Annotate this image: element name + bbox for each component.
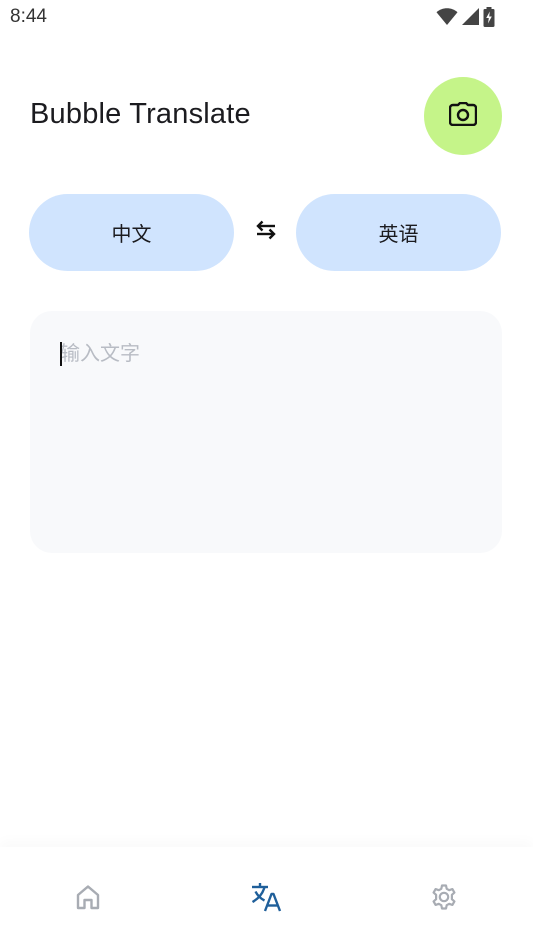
nav-home-tab[interactable] (66, 877, 110, 921)
app-title: Bubble Translate (30, 98, 251, 130)
status-icons (436, 6, 495, 28)
wifi-icon (436, 8, 458, 26)
source-language-button[interactable]: 中文 (29, 194, 234, 271)
text-cursor (60, 342, 62, 366)
battery-charging-icon (483, 7, 495, 27)
swap-arrows-icon (255, 220, 277, 245)
camera-button[interactable] (424, 77, 502, 155)
status-bar: 8:44 (0, 0, 533, 34)
translate-icon (250, 882, 282, 917)
text-input-field[interactable] (60, 339, 470, 529)
cell-signal-icon (461, 8, 480, 26)
bottom-navigation (0, 847, 533, 949)
camera-icon (448, 101, 478, 131)
settings-gear-icon (430, 883, 458, 916)
text-input-card (30, 311, 502, 553)
target-language-button[interactable]: 英语 (296, 194, 501, 271)
swap-languages-button[interactable] (248, 214, 284, 250)
nav-translate-tab[interactable] (244, 877, 288, 921)
status-time: 8:44 (10, 6, 47, 27)
app-screen: 8:44 Bubble Translate 中文 英语 输入文字 (0, 0, 533, 949)
nav-settings-tab[interactable] (422, 877, 466, 921)
home-icon (74, 883, 102, 916)
